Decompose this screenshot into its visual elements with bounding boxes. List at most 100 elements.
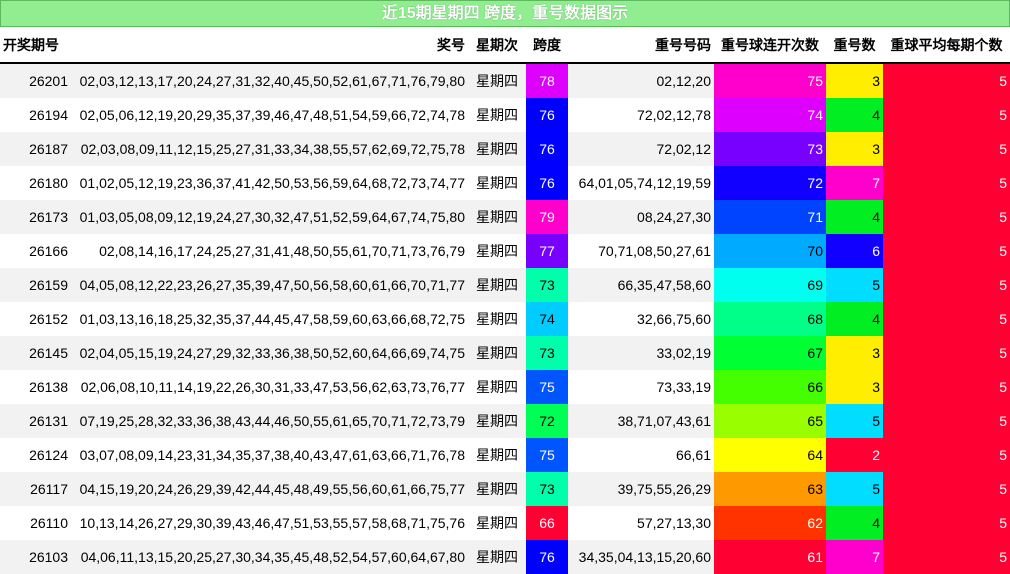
repeat-average-cell: 5 (883, 63, 1010, 98)
repeat-streak-cell: 70 (714, 234, 826, 268)
table-row: 26201 02,03,12,13,17,20,24,27,31,32,40,45… (0, 63, 1010, 98)
repeat-count-cell: 5 (826, 404, 883, 438)
header-weekday[interactable]: 星期次 (468, 28, 526, 64)
period-cell: 26152 (0, 302, 71, 336)
repeat-average-cell: 5 (883, 98, 1010, 132)
repeat-numbers-cell: 39,75,55,26,29 (568, 472, 714, 506)
repeat-streak-cell: 62 (714, 506, 826, 540)
span-cell: 72 (526, 404, 568, 438)
header-repeat-streak[interactable]: 重号球连开次数 (714, 28, 826, 64)
period-cell: 26166 (0, 234, 71, 268)
repeat-streak-cell: 61 (714, 540, 826, 574)
table-row: 26180 01,02,05,12,19,23,36,37,41,42,50,53… (0, 166, 1010, 200)
numbers-cell: 01,03,05,08,09,12,19,24,27,30,32,47,51,5… (71, 200, 468, 234)
table-row: 26159 04,05,08,12,22,23,26,27,35,39,47,50… (0, 268, 1010, 302)
weekday-cell: 星期四 (468, 540, 526, 574)
repeat-count-cell: 7 (826, 166, 883, 200)
header-repeat-average[interactable]: 重球平均每期个数 (883, 28, 1010, 64)
repeat-numbers-cell: 72,02,12 (568, 132, 714, 166)
table-row: 26131 07,19,25,28,32,33,36,38,43,44,46,50… (0, 404, 1010, 438)
repeat-numbers-cell: 66,61 (568, 438, 714, 472)
table-row: 26194 02,05,06,12,19,20,29,35,37,39,46,47… (0, 98, 1010, 132)
repeat-count-cell: 3 (826, 336, 883, 370)
repeat-numbers-cell: 70,71,08,50,27,61 (568, 234, 714, 268)
repeat-numbers-cell: 02,12,20 (568, 63, 714, 98)
period-cell: 26173 (0, 200, 71, 234)
weekday-cell: 星期四 (468, 200, 526, 234)
span-cell: 73 (526, 472, 568, 506)
numbers-cell: 01,02,05,12,19,23,36,37,41,42,50,53,56,5… (71, 166, 468, 200)
span-cell: 75 (526, 438, 568, 472)
header-period[interactable]: 开奖期号 (0, 28, 71, 64)
header-numbers[interactable]: 奖号 (71, 28, 468, 64)
repeat-average-cell: 5 (883, 234, 1010, 268)
weekday-cell: 星期四 (468, 404, 526, 438)
repeat-streak-cell: 73 (714, 132, 826, 166)
table-row: 26117 04,15,19,20,24,26,29,39,42,44,45,48… (0, 472, 1010, 506)
numbers-cell: 02,03,08,09,11,12,15,25,27,31,33,34,38,5… (71, 132, 468, 166)
period-cell: 26145 (0, 336, 71, 370)
table-row: 26173 01,03,05,08,09,12,19,24,27,30,32,47… (0, 200, 1010, 234)
span-cell: 77 (526, 234, 568, 268)
repeat-streak-cell: 65 (714, 404, 826, 438)
span-cell: 79 (526, 200, 568, 234)
repeat-streak-cell: 68 (714, 302, 826, 336)
period-cell: 26159 (0, 268, 71, 302)
numbers-cell: 04,05,08,12,22,23,26,27,35,39,47,50,56,5… (71, 268, 468, 302)
weekday-cell: 星期四 (468, 336, 526, 370)
header-repeat-numbers[interactable]: 重号号码 (568, 28, 714, 64)
table-row: 26110 10,13,14,26,27,29,30,39,43,46,47,51… (0, 506, 1010, 540)
numbers-cell: 02,05,06,12,19,20,29,35,37,39,46,47,48,5… (71, 98, 468, 132)
period-cell: 26180 (0, 166, 71, 200)
repeat-count-cell: 4 (826, 200, 883, 234)
table-row: 26103 04,06,11,13,15,20,25,27,30,34,35,45… (0, 540, 1010, 574)
table-row: 26166 02,08,14,16,17,24,25,27,31,41,48,50… (0, 234, 1010, 268)
header-span[interactable]: 跨度 (526, 28, 568, 64)
repeat-average-cell: 5 (883, 268, 1010, 302)
repeat-count-cell: 4 (826, 506, 883, 540)
table-row: 26124 03,07,08,09,14,23,31,34,35,37,38,40… (0, 438, 1010, 472)
page-title: 近15期星期四 跨度，重号数据图示 (0, 0, 1010, 27)
table-row: 26138 02,06,08,10,11,14,19,22,26,30,31,33… (0, 370, 1010, 404)
weekday-cell: 星期四 (468, 166, 526, 200)
weekday-cell: 星期四 (468, 302, 526, 336)
repeat-average-cell: 5 (883, 166, 1010, 200)
repeat-streak-cell: 64 (714, 438, 826, 472)
period-cell: 26131 (0, 404, 71, 438)
repeat-streak-cell: 63 (714, 472, 826, 506)
numbers-cell: 02,03,12,13,17,20,24,27,31,32,40,45,50,5… (71, 63, 468, 98)
span-cell: 76 (526, 132, 568, 166)
span-cell: 73 (526, 336, 568, 370)
weekday-cell: 星期四 (468, 132, 526, 166)
repeat-count-cell: 4 (826, 302, 883, 336)
period-cell: 26124 (0, 438, 71, 472)
numbers-cell: 01,03,13,16,18,25,32,35,37,44,45,47,58,5… (71, 302, 468, 336)
period-cell: 26110 (0, 506, 71, 540)
repeat-count-cell: 7 (826, 540, 883, 574)
span-cell: 75 (526, 370, 568, 404)
repeat-count-cell: 6 (826, 234, 883, 268)
repeat-numbers-cell: 64,01,05,74,12,19,59 (568, 166, 714, 200)
repeat-streak-cell: 69 (714, 268, 826, 302)
span-cell: 73 (526, 268, 568, 302)
numbers-cell: 04,15,19,20,24,26,29,39,42,44,45,48,49,5… (71, 472, 468, 506)
repeat-average-cell: 5 (883, 370, 1010, 404)
numbers-cell: 07,19,25,28,32,33,36,38,43,44,46,50,55,6… (71, 404, 468, 438)
repeat-count-cell: 3 (826, 132, 883, 166)
table-row: 26145 02,04,05,15,19,24,27,29,32,33,36,38… (0, 336, 1010, 370)
repeat-numbers-cell: 73,33,19 (568, 370, 714, 404)
repeat-count-cell: 3 (826, 370, 883, 404)
repeat-average-cell: 5 (883, 438, 1010, 472)
weekday-cell: 星期四 (468, 472, 526, 506)
header-repeat-count[interactable]: 重号数 (826, 28, 883, 64)
repeat-streak-cell: 71 (714, 200, 826, 234)
repeat-numbers-cell: 32,66,75,60 (568, 302, 714, 336)
repeat-numbers-cell: 38,71,07,43,61 (568, 404, 714, 438)
period-cell: 26201 (0, 63, 71, 98)
repeat-numbers-cell: 34,35,04,13,15,20,60 (568, 540, 714, 574)
span-cell: 78 (526, 63, 568, 98)
weekday-cell: 星期四 (468, 438, 526, 472)
numbers-cell: 02,08,14,16,17,24,25,27,31,41,48,50,55,6… (71, 234, 468, 268)
repeat-numbers-cell: 66,35,47,58,60 (568, 268, 714, 302)
repeat-count-cell: 5 (826, 268, 883, 302)
